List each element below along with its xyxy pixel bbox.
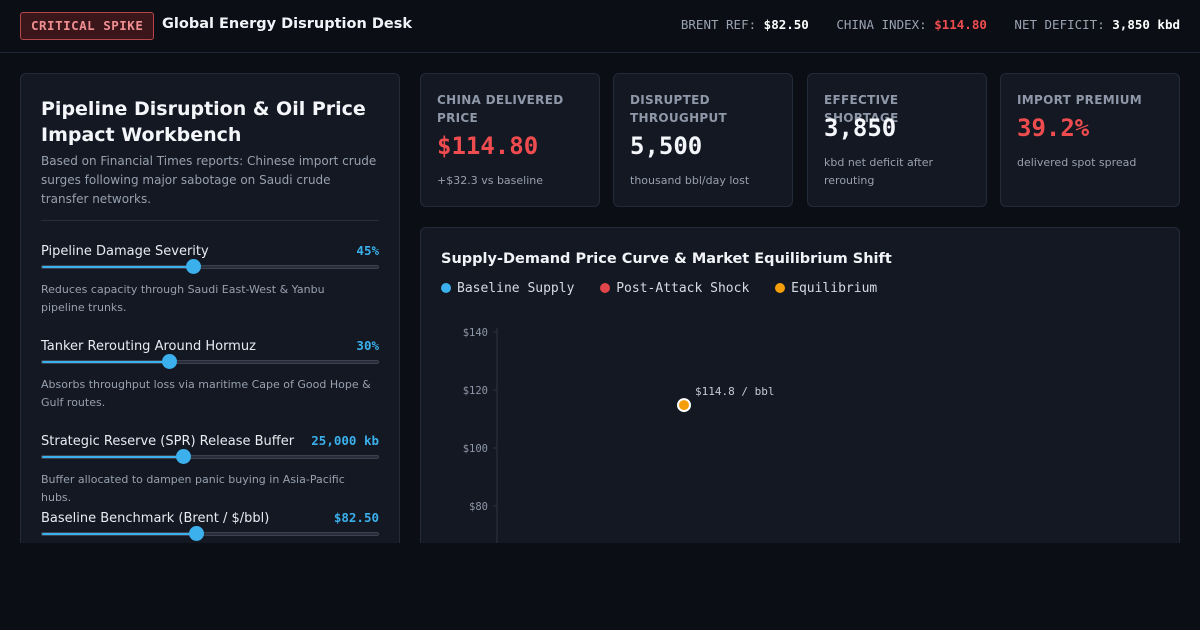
kpi-card-disrupted-throughput: Disrupted Throughput 5,500 thousand bbl/… — [613, 73, 793, 207]
kpi-sub: delivered spot spread — [1017, 156, 1137, 169]
metric-net-deficit: NET DEFICIT: 3,850 kbd — [1014, 17, 1180, 32]
workbench-panel: Pipeline Disruption & Oil Price Impact W… — [20, 73, 400, 543]
kpi-value: 3,850 — [824, 114, 897, 142]
y-tick-label: $120 — [463, 385, 488, 397]
price-curve-chart-panel: Supply-Demand Price Curve & Market Equil… — [420, 227, 1180, 543]
panel-description: Based on Financial Times reports: Chines… — [41, 154, 377, 206]
slider-fill — [42, 361, 171, 363]
kpi-label: Import Premium — [1017, 93, 1142, 107]
control-value: 30% — [356, 338, 379, 353]
metric-china-index-value: $114.80 — [934, 17, 987, 32]
control-value: $82.50 — [333, 510, 379, 525]
kpi-sub: kbd net deficit after rerouting — [824, 156, 933, 187]
slider-fill — [42, 266, 195, 268]
equilibrium-label: $114.8 / bbl — [695, 385, 774, 398]
control-help: Reduces capacity through Saudi East-West… — [41, 283, 325, 314]
kpi-value: 39.2% — [1017, 114, 1090, 142]
slider-fill — [42, 533, 198, 535]
spr-buffer-slider[interactable] — [41, 455, 379, 459]
control-label: Strategic Reserve (SPR) Release Buffer — [41, 434, 295, 449]
baseline-benchmark-slider[interactable] — [41, 532, 379, 536]
status-badge: CRITICAL SPIKE — [20, 12, 155, 40]
control-value: 45% — [356, 243, 379, 258]
control-help: Absorbs throughput loss via maritime Cap… — [41, 378, 371, 409]
slider-thumb[interactable] — [186, 259, 202, 274]
metric-brent-value: $82.50 — [763, 17, 809, 32]
kpi-sub: thousand bbl/day lost — [630, 174, 750, 187]
metric-net-deficit-value: 3,850 kbd — [1112, 17, 1180, 32]
app-title: Global Energy Disruption Desk — [162, 16, 412, 32]
y-tick-label: $100 — [463, 443, 488, 455]
slider-thumb[interactable] — [189, 526, 205, 541]
y-tick-label: $80 — [469, 501, 488, 513]
slider-thumb[interactable] — [162, 354, 178, 369]
metric-china-index: CHINA INDEX: $114.80 — [836, 17, 987, 32]
control-label: Baseline Benchmark (Brent / $/bbl) — [41, 511, 270, 526]
control-label: Pipeline Damage Severity — [41, 244, 209, 259]
control-label: Tanker Rerouting Around Hormuz — [41, 339, 256, 354]
kpi-sub: +$32.3 vs baseline — [437, 174, 544, 187]
kpi-label: Disrupted Throughput — [630, 93, 728, 125]
top-bar: CRITICAL SPIKE Global Energy Disruption … — [0, 0, 1200, 53]
slider-fill — [42, 456, 184, 458]
y-tick-label: $140 — [463, 327, 488, 339]
kpi-value: 5,500 — [630, 132, 703, 160]
slider-thumb[interactable] — [175, 449, 191, 464]
metric-brent: BRENT REF: $82.50 — [680, 17, 809, 32]
pipeline-damage-slider[interactable] — [41, 265, 379, 269]
kpi-value: $114.80 — [437, 132, 539, 160]
control-help: Buffer allocated to dampen panic buying … — [41, 473, 345, 504]
tanker-rerouting-slider[interactable] — [41, 360, 379, 364]
divider — [41, 220, 379, 221]
kpi-label: China Delivered Price — [437, 93, 564, 125]
kpi-card-import-premium: Import Premium 39.2% delivered spot spre… — [1000, 73, 1180, 207]
equilibrium-point[interactable] — [677, 398, 691, 413]
kpi-card-china-price: China Delivered Price $114.80 +$32.3 vs … — [420, 73, 600, 207]
chart-plot: $140 $120 $100 $80 $114.8 / bbl — [463, 327, 774, 543]
header-metrics: BRENT REF: $82.50 CHINA INDEX: $114.80 N… — [661, 17, 1180, 32]
control-value: 25,000 kb — [311, 433, 379, 448]
panel-title: Pipeline Disruption & Oil Price Impact W… — [41, 98, 366, 146]
kpi-card-effective-shortage: Effective Shortage 3,850 kbd net deficit… — [807, 73, 987, 207]
